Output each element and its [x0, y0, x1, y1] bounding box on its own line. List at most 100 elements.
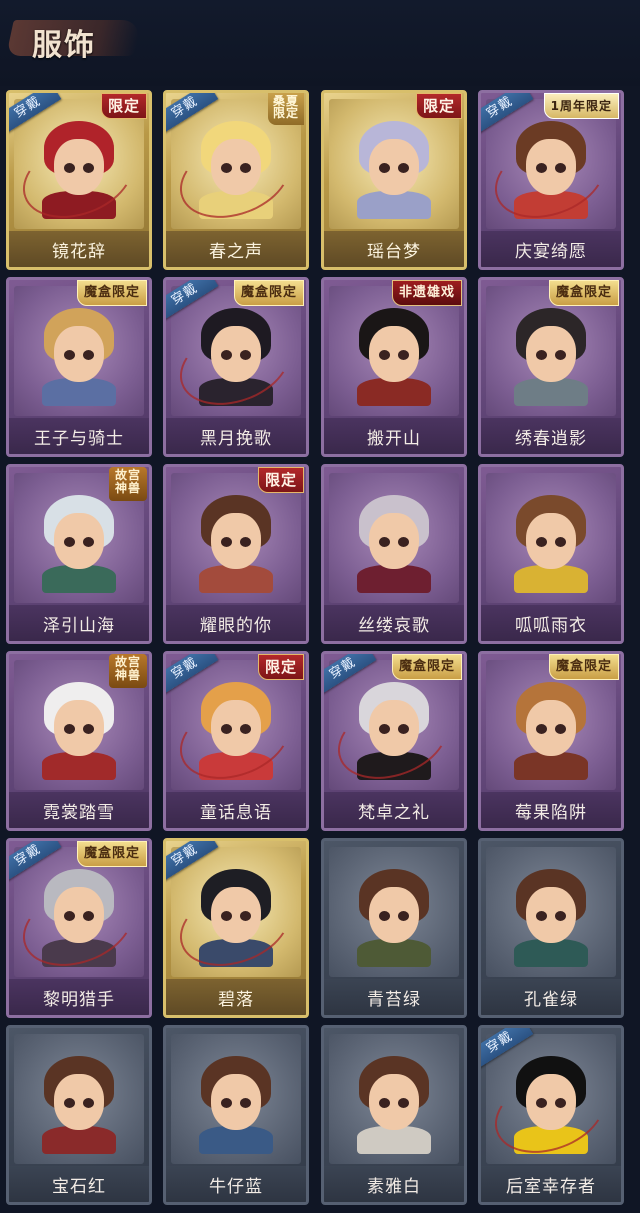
portrait-eye [64, 537, 75, 547]
costume-card[interactable]: 穿戴 魔盒限定 黑月挽歌 [163, 277, 309, 457]
character-portrait [506, 861, 596, 967]
costume-name: 丝缕哀歌 [324, 605, 464, 641]
portrait-outfit [514, 378, 588, 406]
costume-card[interactable]: 穿戴 碧落 [163, 838, 309, 1018]
costume-name: 春之声 [166, 231, 306, 267]
title-banner: 服饰 [6, 14, 160, 63]
costume-card[interactable]: 非遗雄戏 搬开山 [321, 277, 467, 457]
costume-name: 宝石红 [9, 1166, 149, 1202]
portrait-eye [379, 350, 390, 360]
character-portrait [349, 300, 439, 406]
costume-card[interactable]: 青苔绿 [321, 838, 467, 1018]
portrait-outfit [199, 565, 273, 593]
portrait-eye [240, 1098, 251, 1108]
costume-card[interactable]: 穿戴 限定 童话息语 [163, 651, 309, 831]
limited-badge: 魔盒限定 [391, 654, 462, 680]
costume-card[interactable]: 孔雀绿 [478, 838, 624, 1018]
portrait-eye [221, 537, 232, 547]
limited-badge: 魔盒限定 [76, 841, 147, 867]
portrait-face [369, 513, 419, 569]
portrait-eye [536, 724, 547, 734]
portrait-eye [64, 724, 75, 734]
portrait-eye [398, 1098, 409, 1108]
portrait-eye [379, 163, 390, 173]
limited-badge: 限定 [100, 93, 147, 119]
costume-name: 后室幸存者 [481, 1166, 621, 1202]
portrait-outfit [357, 565, 431, 593]
costume-card[interactable]: 魔盒限定绣春逍影 [478, 277, 624, 457]
costume-card[interactable]: 素雅白 [321, 1025, 467, 1205]
portrait-eye [555, 911, 566, 921]
limited-badge: 限定 [415, 93, 462, 119]
portrait-eye [83, 1098, 94, 1108]
costume-card[interactable]: 魔盒限定 莓果陷阱 [478, 651, 624, 831]
portrait-outfit [42, 565, 116, 593]
costume-name: 耀眼的你 [166, 605, 306, 641]
portrait-face [369, 326, 419, 382]
portrait-face [526, 326, 576, 382]
costume-name: 素雅白 [324, 1166, 464, 1202]
portrait-face [54, 1074, 104, 1130]
costume-card[interactable]: 呱呱雨衣 [478, 464, 624, 644]
character-portrait [349, 1048, 439, 1154]
page-title: 服饰 [32, 28, 96, 63]
costume-card[interactable]: 穿戴 后室幸存者 [478, 1025, 624, 1205]
limited-badge: 桑夏 限定 [267, 93, 304, 125]
costume-card[interactable]: 穿戴 桑夏 限定 春之声 [163, 90, 309, 270]
character-portrait [349, 487, 439, 593]
costume-name: 牛仔蓝 [166, 1166, 306, 1202]
costume-card[interactable]: 穿戴 魔盒限定 梵卓之礼 [321, 651, 467, 831]
costume-card[interactable]: 魔盒限定 王子与骑士 [6, 277, 152, 457]
portrait-eye [83, 724, 94, 734]
portrait-outfit [199, 1126, 273, 1154]
portrait-eye [379, 1098, 390, 1108]
costume-name: 青苔绿 [324, 979, 464, 1015]
character-portrait [34, 1048, 124, 1154]
costume-name: 镜花辞 [9, 231, 149, 267]
costume-card[interactable]: 故宫 神兽 泽引山海 [6, 464, 152, 644]
costume-name: 绣春逍影 [481, 418, 621, 454]
portrait-eye [398, 350, 409, 360]
portrait-eye [536, 350, 547, 360]
portrait-outfit [357, 378, 431, 406]
portrait-eye [83, 537, 94, 547]
costume-card[interactable]: 故宫 神兽霓裳踏雪 [6, 651, 152, 831]
costume-name: 霓裳踏雪 [9, 792, 149, 828]
character-portrait [506, 487, 596, 593]
limited-badge: 魔盒限定 [548, 280, 619, 306]
portrait-eye [83, 350, 94, 360]
portrait-face [526, 887, 576, 943]
portrait-outfit [514, 752, 588, 780]
portrait-face [369, 1074, 419, 1130]
costume-name: 黑月挽歌 [166, 418, 306, 454]
costume-name: 呱呱雨衣 [481, 605, 621, 641]
character-portrait [349, 113, 439, 219]
portrait-outfit [42, 1126, 116, 1154]
costume-card[interactable]: 牛仔蓝 [163, 1025, 309, 1205]
costume-card[interactable]: 丝缕哀歌 [321, 464, 467, 644]
character-portrait [191, 487, 281, 593]
portrait-face [369, 887, 419, 943]
costume-card[interactable]: 限定 耀眼的你 [163, 464, 309, 644]
costume-name: 泽引山海 [9, 605, 149, 641]
limited-badge: 非遗雄戏 [391, 280, 462, 306]
portrait-eye [555, 350, 566, 360]
costume-name: 梵卓之礼 [324, 792, 464, 828]
portrait-eye [221, 1098, 232, 1108]
header: 服饰 [0, 0, 640, 86]
character-portrait [506, 674, 596, 780]
portrait-face [54, 326, 104, 382]
costume-name: 庆宴绮愿 [481, 231, 621, 267]
limited-badge: 故宫 神兽 [108, 654, 147, 688]
portrait-eye [240, 537, 251, 547]
portrait-eye [379, 911, 390, 921]
costume-card[interactable]: 限定 瑶台梦 [321, 90, 467, 270]
costume-card[interactable]: 宝石红 [6, 1025, 152, 1205]
costume-card[interactable]: 穿戴 限定 镜花辞 [6, 90, 152, 270]
character-portrait [191, 1048, 281, 1154]
portrait-outfit [357, 1126, 431, 1154]
costume-card[interactable]: 穿戴 1周年限定 庆宴绮愿 [478, 90, 624, 270]
limited-badge: 魔盒限定 [76, 280, 147, 306]
costume-card[interactable]: 穿戴 魔盒限定 黎明猎手 [6, 838, 152, 1018]
portrait-face [54, 513, 104, 569]
